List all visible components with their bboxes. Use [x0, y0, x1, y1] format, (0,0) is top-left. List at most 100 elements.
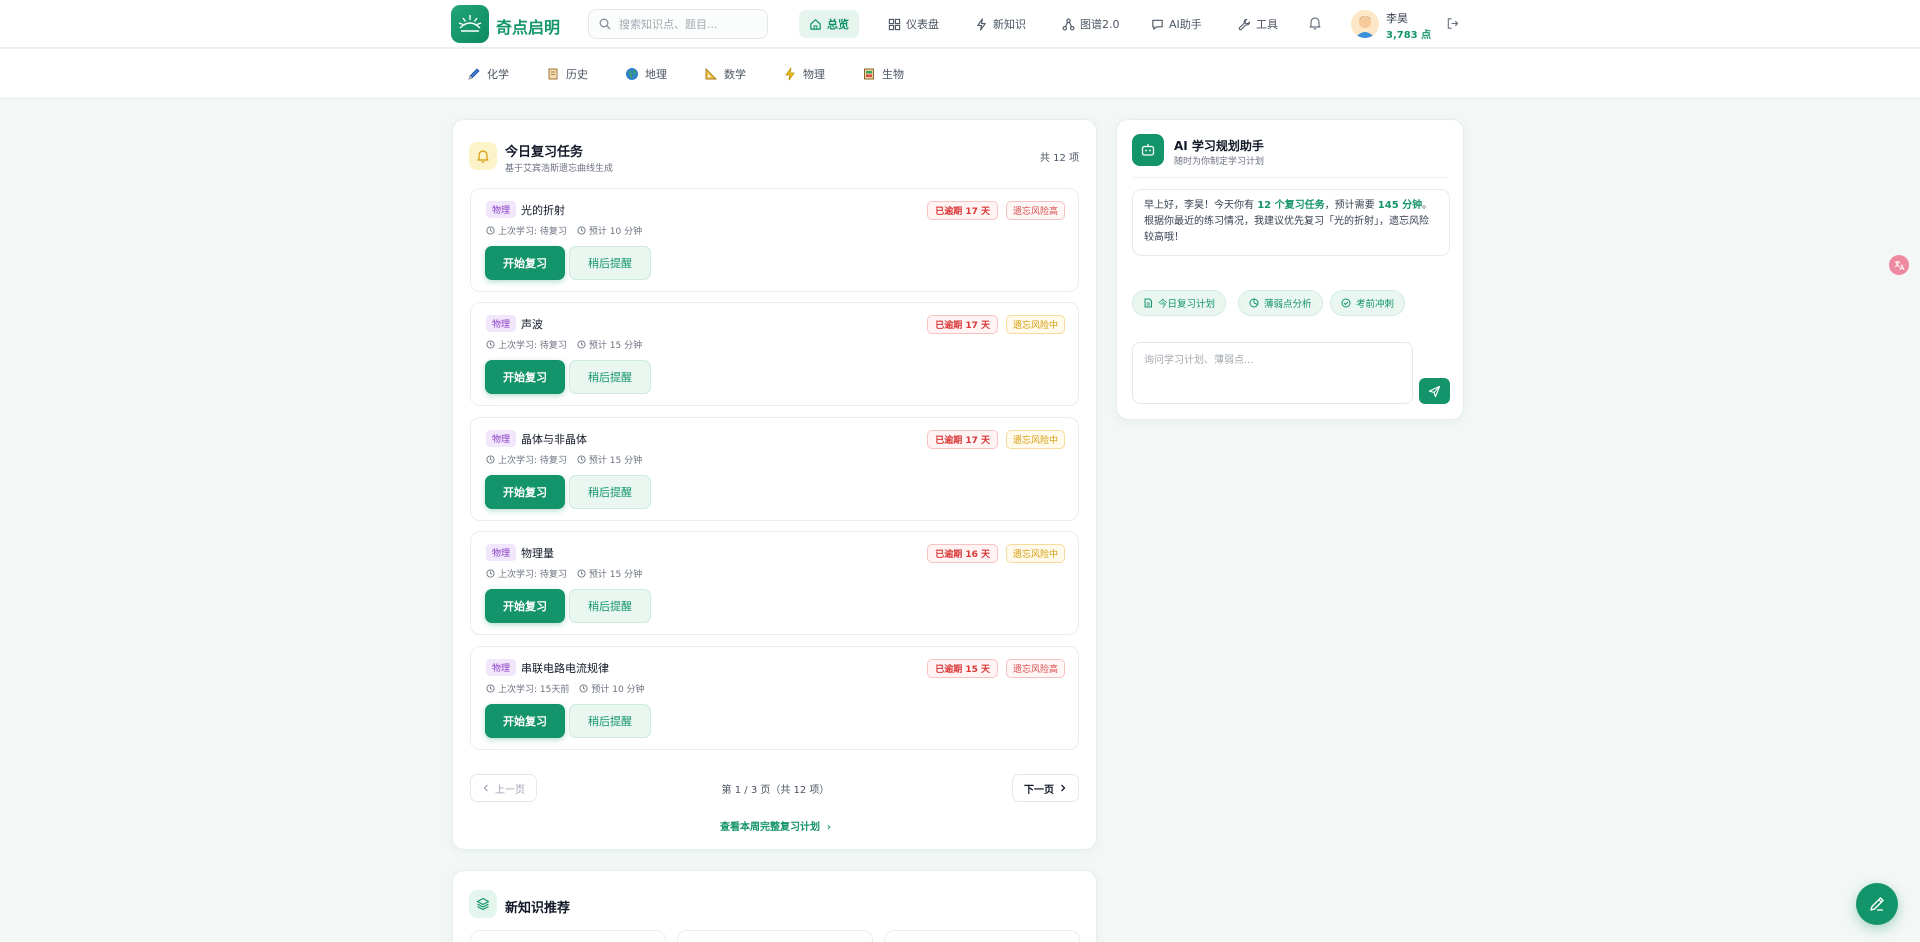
message-highlight: 12 个复习任务 [1257, 200, 1325, 211]
last-study: 上次学习: 待复习 [498, 341, 567, 351]
timer-icon [577, 226, 586, 235]
timer-icon [577, 340, 586, 349]
next-page-button[interactable]: 下一页 [1012, 774, 1079, 802]
subject-tag: 物理 [486, 544, 517, 561]
subject-label: 生物 [882, 68, 904, 81]
subject-label: 化学 [487, 68, 509, 81]
search-icon [599, 18, 611, 30]
nav-item-tools[interactable]: 工具 [1228, 10, 1288, 38]
subject-tag: 物理 [486, 659, 517, 676]
translate-widget-icon[interactable] [1889, 255, 1909, 275]
knowledge-card-stub[interactable] [884, 930, 1080, 942]
nav-item-new-knowledge[interactable]: 新知识 [965, 10, 1036, 38]
user-name[interactable]: 李昊 [1386, 10, 1408, 26]
subject-history[interactable]: 历史 [546, 66, 588, 82]
subject-math[interactable]: 数学 [704, 66, 746, 82]
subject-chemistry[interactable]: 化学 [467, 66, 509, 82]
task-item: 物理 串联电路电流规律 上次学习: 15天前 预计 10 分钟 已逾期 15 天… [470, 646, 1079, 750]
search-box[interactable] [588, 9, 768, 39]
start-review-button[interactable]: 开始复习 [485, 475, 565, 509]
task-name[interactable]: 声波 [521, 316, 543, 332]
task-name[interactable]: 光的折射 [521, 202, 565, 218]
logout-icon[interactable] [1446, 17, 1459, 33]
chip-weakness-analysis[interactable]: 薄弱点分析 [1238, 290, 1323, 316]
last-study: 上次学习: 待复习 [498, 456, 567, 466]
robot-icon [1132, 134, 1164, 166]
remind-later-button[interactable]: 稍后提醒 [569, 475, 651, 509]
nav-label: 仪表盘 [906, 18, 939, 31]
estimate: 预计 15 分钟 [588, 341, 643, 351]
nav-item-dashboard[interactable]: 仪表盘 [878, 10, 949, 38]
estimate: 预计 10 分钟 [591, 685, 645, 695]
chip-exam-sprint[interactable]: 考前冲刺 [1330, 290, 1406, 316]
task-name[interactable]: 晶体与非晶体 [521, 431, 587, 447]
chip-today-plan[interactable]: 今日复习计划 [1132, 290, 1227, 316]
overdue-badge: 已逾期 17 天 [927, 315, 998, 334]
chat-icon [1152, 19, 1163, 30]
ai-question-input[interactable] [1132, 342, 1413, 404]
clock-icon [486, 226, 495, 235]
dashboard-icon [888, 18, 901, 30]
user-points: 3,783 点 [1386, 30, 1432, 41]
edit-icon [1870, 897, 1884, 911]
last-study: 上次学习: 待复习 [498, 227, 567, 237]
nav-item-ai-assistant[interactable]: AI助手 [1141, 10, 1212, 38]
subject-biology[interactable]: 生物 [862, 66, 904, 82]
overdue-badge: 已逾期 17 天 [927, 201, 998, 220]
remind-later-button[interactable]: 稍后提醒 [569, 704, 651, 738]
nav-item-overview[interactable]: 总览 [799, 10, 859, 38]
nav-label: 工具 [1256, 18, 1278, 31]
avatar[interactable] [1351, 10, 1379, 38]
task-meta: 上次学习: 15天前 预计 10 分钟 [486, 682, 645, 695]
subject-bar: 化学 历史 地理 数学 物理 生物 [0, 49, 1920, 99]
subject-label: 物理 [803, 68, 825, 81]
remind-later-button[interactable]: 稍后提醒 [569, 589, 651, 623]
bell-icon [469, 142, 497, 170]
message-text: 早上好，李昊！今天你有 [1144, 200, 1258, 211]
task-item: 物理 晶体与非晶体 上次学习: 待复习 预计 15 分钟 已逾期 17 天 遗忘… [470, 417, 1079, 521]
subject-tag: 物理 [486, 315, 517, 332]
pencil-icon [468, 68, 480, 80]
remind-later-button[interactable]: 稍后提醒 [569, 360, 651, 394]
nav-item-graph[interactable]: 图谱2.0 [1052, 10, 1130, 38]
next-label: 下一页 [1024, 784, 1054, 796]
task-name[interactable]: 串联电路电流规律 [521, 660, 609, 676]
task-meta: 上次学习: 待复习 预计 10 分钟 [486, 224, 642, 237]
clock-icon [486, 340, 495, 349]
globe-icon [626, 68, 638, 80]
clock-icon [486, 684, 495, 693]
notification-bell-icon[interactable] [1308, 16, 1322, 33]
start-review-button[interactable]: 开始复习 [485, 360, 565, 394]
remind-later-button[interactable]: 稍后提醒 [569, 246, 651, 280]
knowledge-card-stub[interactable] [677, 930, 873, 942]
start-review-button[interactable]: 开始复习 [485, 246, 565, 280]
week-plan-link[interactable]: 查看本周完整复习计划 › [453, 818, 1098, 833]
app-name[interactable]: 奇点启明 [496, 14, 560, 38]
page-info: 第 1 / 3 页（共 12 项） [721, 785, 830, 796]
timer-icon [577, 455, 586, 464]
send-button[interactable] [1419, 378, 1450, 404]
knowledge-card-stub[interactable] [470, 930, 666, 942]
tasks-subtitle: 基于艾宾浩斯遗忘曲线生成 [505, 164, 614, 174]
floating-note-button[interactable] [1856, 883, 1898, 925]
search-input[interactable] [619, 17, 759, 31]
chip-label: 今日复习计划 [1158, 299, 1216, 310]
subject-geography[interactable]: 地理 [625, 66, 667, 82]
layers-icon [469, 890, 497, 918]
ai-planner-card: AI 学习规划助手 随时为你制定学习计划 早上好，李昊！今天你有 12 个复习任… [1116, 119, 1464, 420]
scroll-icon [548, 68, 558, 80]
week-plan-label: 查看本周完整复习计划 [719, 822, 820, 833]
start-review-button[interactable]: 开始复习 [485, 704, 565, 738]
logo-icon[interactable] [451, 5, 489, 43]
task-name[interactable]: 物理量 [521, 545, 554, 561]
ai-message: 早上好，李昊！今天你有 12 个复习任务，预计需要 145 分钟。根据你最近的练… [1132, 189, 1450, 256]
home-icon [810, 18, 821, 30]
clock-icon [486, 455, 495, 464]
subject-physics[interactable]: 物理 [783, 66, 825, 82]
risk-badge: 遗忘风险中 [1005, 544, 1065, 563]
nav-label: 新知识 [993, 18, 1026, 31]
start-review-button[interactable]: 开始复习 [485, 589, 565, 623]
check-circle-icon [1341, 298, 1351, 308]
ai-title: AI 学习规划助手 [1174, 139, 1264, 153]
lightning-icon [977, 17, 986, 31]
